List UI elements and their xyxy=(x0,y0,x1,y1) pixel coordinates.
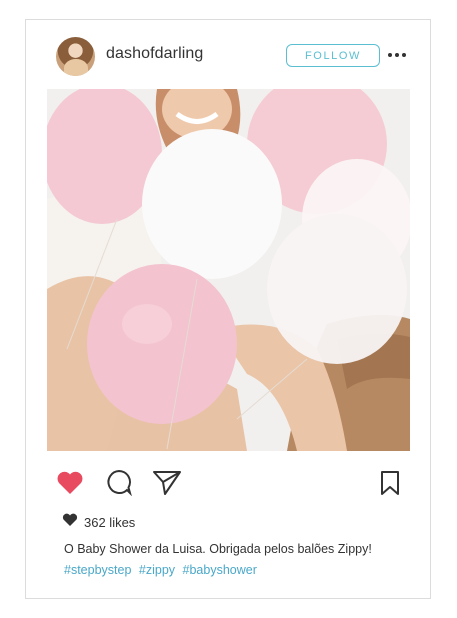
hashtag-link[interactable]: #babyshower xyxy=(183,563,257,577)
hashtag-link[interactable]: #zippy xyxy=(139,563,175,577)
likes-count[interactable]: 362 likes xyxy=(84,515,135,530)
bookmark-icon[interactable] xyxy=(379,470,401,501)
balloons-photo-illustration xyxy=(47,89,410,451)
username[interactable]: dashofdarling xyxy=(106,45,203,63)
more-dots-icon[interactable] xyxy=(386,45,408,65)
send-icon[interactable] xyxy=(151,468,183,501)
hashtag-link[interactable]: #stepbystep xyxy=(64,563,131,577)
avatar[interactable] xyxy=(56,37,95,76)
comment-bubble-icon[interactable] xyxy=(105,468,133,501)
more-dot xyxy=(402,53,406,57)
post-header: dashofdarling FOLLOW xyxy=(26,20,430,90)
likes-row: 362 likes xyxy=(62,513,135,532)
more-dot xyxy=(395,53,399,57)
more-dot xyxy=(388,53,392,57)
hashtags: #stepbystep #zippy #babyshower xyxy=(64,563,261,577)
post-card: dashofdarling FOLLOW 362 likes O Baby Sh… xyxy=(25,19,431,599)
action-bar xyxy=(26,466,430,500)
post-photo[interactable] xyxy=(47,89,410,451)
caption: O Baby Shower da Luisa. Obrigada pelos b… xyxy=(64,542,372,556)
follow-button[interactable]: FOLLOW xyxy=(286,44,380,67)
small-heart-icon xyxy=(62,513,78,532)
heart-icon[interactable] xyxy=(56,470,84,501)
